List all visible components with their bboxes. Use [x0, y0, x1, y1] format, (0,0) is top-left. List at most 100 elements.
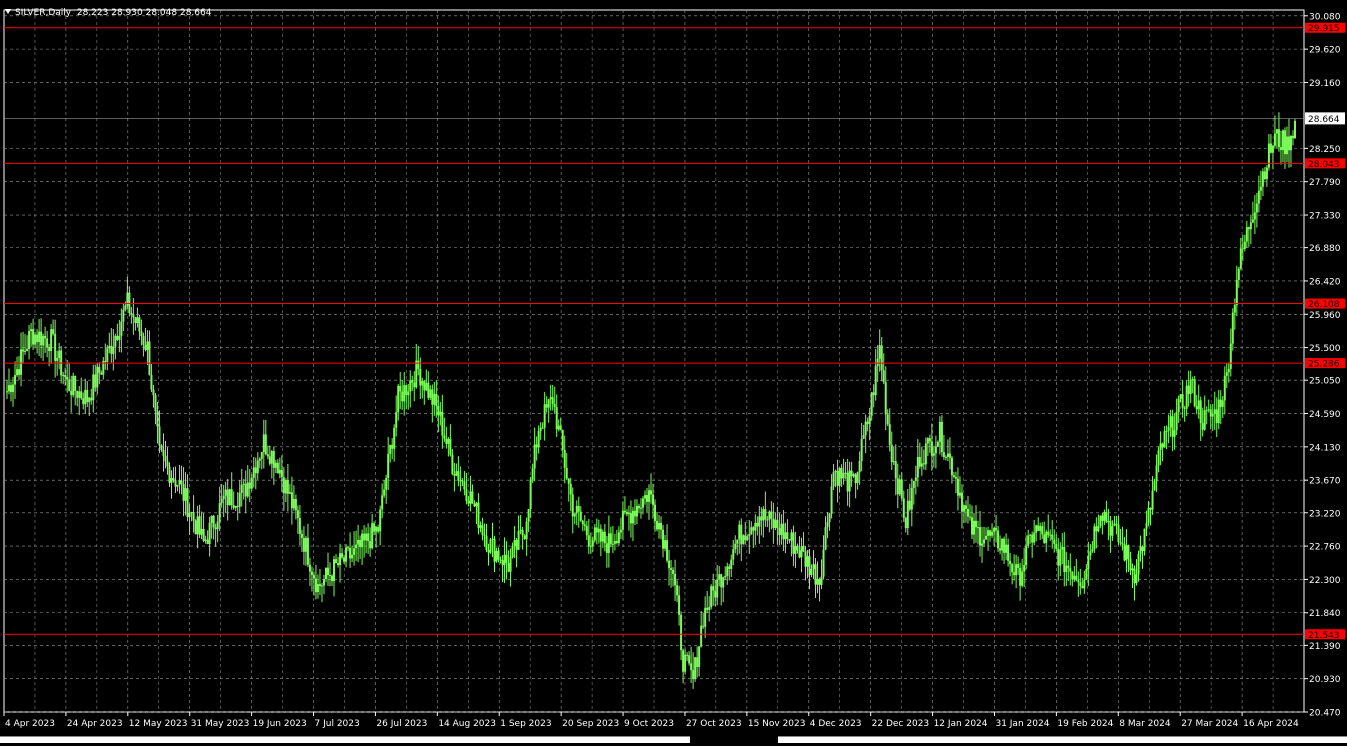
candle-body	[872, 392, 875, 396]
candle-body	[912, 480, 915, 488]
candle-body	[489, 539, 492, 553]
candle-body	[379, 509, 382, 532]
candle-body	[122, 309, 125, 322]
candle-body	[1165, 430, 1168, 432]
candle-body	[615, 541, 618, 543]
candle-body	[870, 392, 873, 416]
candle-body	[44, 335, 47, 339]
candle-body	[343, 557, 346, 562]
candle-body	[1065, 565, 1068, 572]
x-tick-label: 31 Jan 2024	[995, 719, 1049, 729]
candle-body	[218, 503, 221, 522]
candle-body	[443, 435, 446, 439]
y-tick-label: 27.790	[1309, 178, 1341, 188]
candle-body	[399, 385, 402, 392]
candle-body	[958, 492, 961, 496]
candle-body	[1227, 368, 1230, 373]
candle-body	[601, 531, 604, 542]
candle-body	[234, 505, 237, 508]
candle-body	[339, 553, 342, 565]
candle-body	[46, 338, 49, 348]
candle-body	[1279, 147, 1282, 151]
candle-body	[70, 390, 73, 396]
candle-body	[156, 410, 159, 427]
candle-body	[112, 346, 115, 354]
candle-body	[168, 466, 171, 483]
candle-body	[664, 540, 667, 549]
candle-body	[706, 607, 709, 610]
candle-body	[329, 575, 332, 577]
candle-body	[1163, 431, 1166, 448]
candle-body	[529, 479, 532, 510]
candle-body	[585, 525, 588, 536]
candle-body	[302, 538, 305, 552]
candle-body	[1001, 538, 1004, 551]
candle-body	[1269, 143, 1272, 153]
candle-body	[942, 452, 945, 457]
candle-body	[499, 559, 502, 561]
y-tick-label: 21.390	[1309, 642, 1341, 652]
candle-body	[337, 563, 340, 565]
candle-body	[868, 415, 871, 425]
candle-body	[174, 480, 177, 487]
candle-body	[956, 478, 959, 496]
candle-body	[948, 453, 951, 458]
candle-body	[774, 519, 777, 528]
candle-body	[746, 536, 749, 541]
candle-body	[457, 471, 460, 481]
candle-body	[830, 486, 833, 514]
candle-body	[521, 530, 524, 536]
candle-body	[780, 523, 783, 536]
candle-body	[607, 533, 610, 553]
candle-body	[1145, 523, 1148, 529]
candle-body	[844, 472, 847, 474]
candle-body	[934, 446, 937, 454]
candle-body	[700, 625, 703, 647]
candle-body	[320, 585, 323, 587]
candle-body	[429, 389, 432, 398]
candle-body	[981, 543, 984, 546]
candle-body	[768, 511, 771, 520]
candle-body	[158, 426, 161, 446]
candle-body	[1015, 564, 1018, 576]
candle-body	[900, 479, 903, 499]
candle-body	[1053, 539, 1056, 544]
candle-body	[447, 439, 450, 444]
y-tick-label: 23.220	[1309, 509, 1341, 519]
candle-body	[206, 539, 209, 545]
candle-body	[1231, 312, 1234, 344]
price-chart[interactable]: 30.080 29.620 29.160 28.250 27.790 27.330 26.8…	[0, 0, 1347, 743]
candle-body	[1211, 413, 1214, 417]
candle-body	[26, 348, 29, 351]
dropdown-arrow-icon[interactable]	[5, 9, 11, 14]
candle-body	[876, 358, 879, 367]
candle-body	[1183, 407, 1186, 409]
candle-body	[190, 512, 193, 514]
candle-body	[896, 478, 899, 495]
candle-body	[1113, 523, 1116, 527]
candle-body	[533, 444, 536, 469]
candle-body	[838, 467, 841, 486]
candle-body	[441, 411, 444, 436]
candle-body	[786, 532, 789, 540]
candle-body	[433, 393, 436, 405]
candle-body	[210, 515, 213, 523]
candle-body	[1087, 555, 1090, 570]
x-tick-label: 12 May 2023	[129, 719, 188, 729]
candle-body	[760, 516, 763, 521]
chart-svg[interactable]: 30.080 29.620 29.160 28.250 27.790 27.330 26.8…	[0, 0, 1347, 742]
candle-body	[1099, 515, 1102, 526]
x-tick-label: 8 Mar 2024	[1119, 719, 1171, 729]
candle-body	[605, 543, 608, 553]
candle-body	[341, 553, 344, 558]
candle-body	[690, 663, 693, 671]
candle-body	[385, 477, 388, 490]
candle-body	[750, 527, 753, 535]
candle-body	[611, 543, 614, 545]
candle-body	[1229, 343, 1232, 369]
candle-body	[1023, 565, 1026, 572]
candle-body	[668, 560, 671, 569]
candle-body	[551, 397, 554, 404]
x-tick-label: 20 Sep 2023	[562, 719, 619, 729]
x-tick-label: 19 Jun 2023	[253, 719, 307, 729]
